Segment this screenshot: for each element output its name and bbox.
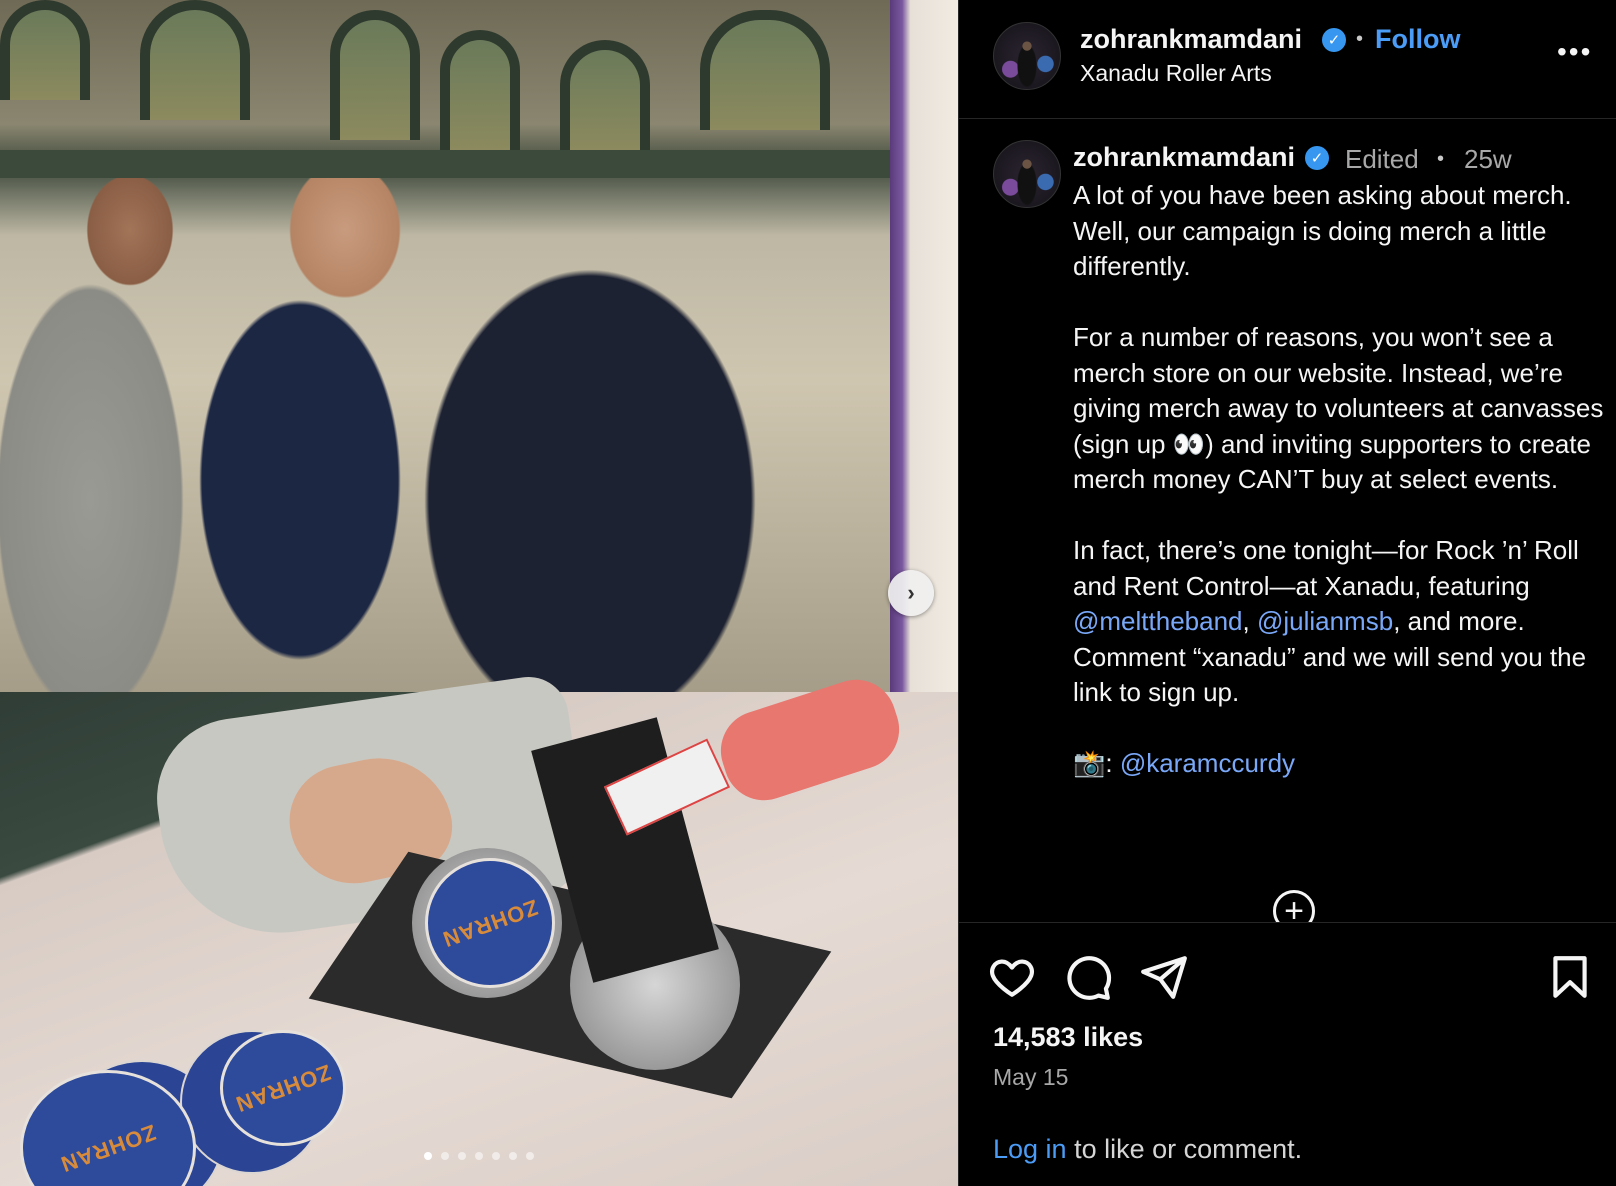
verified-badge-icon: ✓: [1322, 28, 1346, 52]
carousel-dots: [424, 1152, 534, 1160]
verified-badge-icon: ✓: [1305, 146, 1329, 170]
button-pin: ZOHRAN: [220, 1030, 346, 1146]
window-arch: [560, 40, 650, 150]
caption-text: A lot of you have been asking about merc…: [1073, 178, 1613, 782]
likes-count[interactable]: 14,583 likes: [993, 1022, 1143, 1053]
caption-username[interactable]: zohrankmamdani: [1073, 142, 1295, 173]
mention-link[interactable]: @julianmsb: [1257, 606, 1393, 636]
chevron-right-icon: ›: [907, 580, 915, 605]
post-date[interactable]: May 15: [993, 1064, 1068, 1091]
button-pin: ZOHRAN: [425, 858, 555, 988]
edited-label: Edited: [1345, 144, 1419, 174]
mention-link[interactable]: @karamccurdy: [1120, 748, 1295, 778]
comment-icon[interactable]: [1063, 952, 1113, 1002]
next-photo-peek: [890, 0, 958, 748]
header-username[interactable]: zohrankmamdani: [1080, 24, 1302, 55]
caption-paragraph: A lot of you have been asking about merc…: [1073, 180, 1572, 281]
caption-section: zohrankmamdani ✓ Edited • 25w A lot of y…: [959, 118, 1616, 923]
post-side-panel: zohrankmamdani ✓ • Follow Xanadu Roller …: [958, 0, 1616, 1186]
window-arch: [140, 0, 250, 120]
carousel-dot: [526, 1152, 534, 1160]
window-arch: [330, 10, 420, 140]
carousel-dot: [492, 1152, 500, 1160]
post-age[interactable]: 25w: [1464, 144, 1512, 175]
window-arch: [0, 0, 90, 100]
window-arch: [700, 10, 830, 130]
carousel-dot: [458, 1152, 466, 1160]
follow-button[interactable]: Follow: [1375, 24, 1460, 55]
carousel-dot: [424, 1152, 432, 1160]
login-prompt: Log in to like or comment.: [993, 1134, 1302, 1165]
share-icon[interactable]: [1139, 952, 1189, 1002]
post-media[interactable]: ZOHRAN ZOHRAN ZOHRAN ›: [0, 0, 958, 1186]
next-slide-button[interactable]: ›: [888, 570, 934, 616]
separator-dot: •: [1437, 148, 1445, 170]
more-options-icon[interactable]: •••: [1557, 36, 1592, 68]
window-arch: [440, 30, 520, 150]
mention-link[interactable]: @melttheband: [1073, 606, 1243, 636]
caption-text-span: ,: [1242, 606, 1257, 636]
photo-crowd: [0, 0, 890, 692]
login-link[interactable]: Log in: [993, 1134, 1067, 1164]
login-prompt-text: to like or comment.: [1066, 1134, 1303, 1164]
caption-paragraph: 📸: @karamccurdy: [1073, 746, 1613, 782]
carousel-dot: [441, 1152, 449, 1160]
caption-avatar[interactable]: [993, 140, 1061, 208]
carousel-dot: [475, 1152, 483, 1160]
camera-credit-label: 📸:: [1073, 748, 1120, 778]
action-bar: 14,583 likes May 15 Log in to like or co…: [959, 922, 1616, 1186]
balcony-rail: [0, 150, 890, 178]
separator-dot: •: [1356, 28, 1364, 50]
post-header: zohrankmamdani ✓ • Follow Xanadu Roller …: [959, 0, 1616, 119]
avatar[interactable]: [993, 22, 1061, 90]
heart-icon[interactable]: [987, 952, 1037, 1002]
location-link[interactable]: Xanadu Roller Arts: [1080, 60, 1272, 87]
caption-paragraph: For a number of reasons, you won’t see a…: [1073, 322, 1604, 494]
plus-circle-icon[interactable]: +: [1273, 890, 1315, 922]
caption-text-span: In fact, there’s one tonight—for Rock ’n…: [1073, 535, 1579, 601]
carousel-dot: [509, 1152, 517, 1160]
caption-paragraph: In fact, there’s one tonight—for Rock ’n…: [1073, 533, 1613, 711]
bookmark-icon[interactable]: [1545, 952, 1595, 1002]
